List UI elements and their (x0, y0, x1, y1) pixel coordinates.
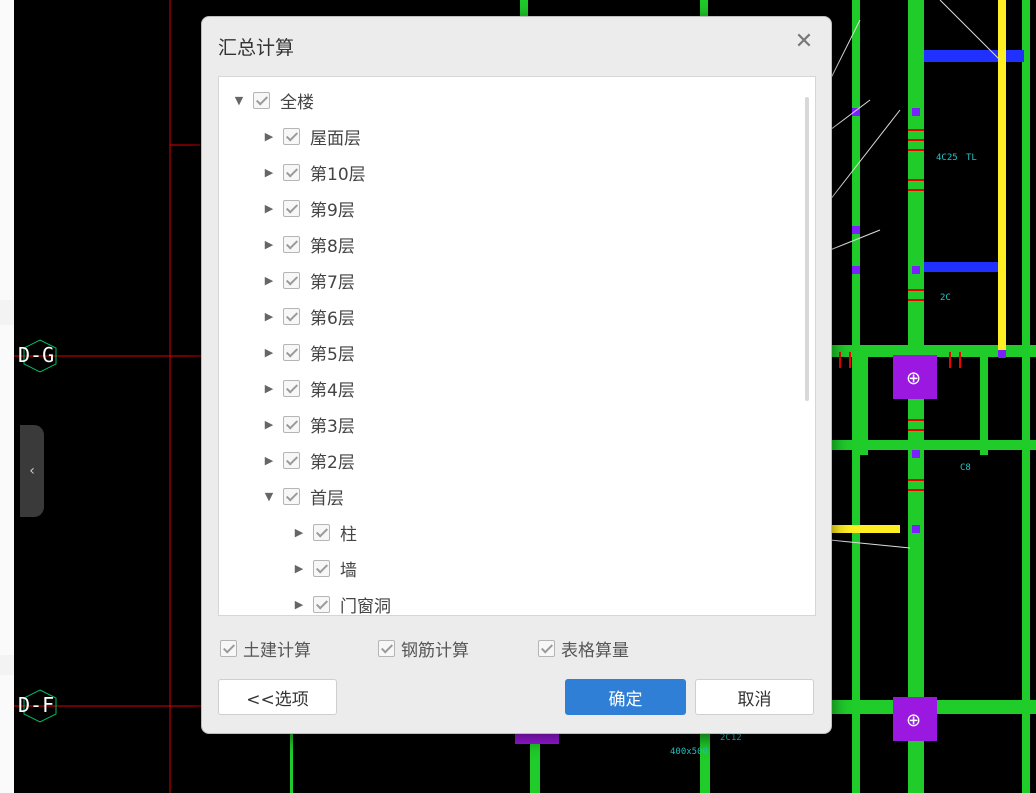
tree-item[interactable]: ▶ 屋面层 (259, 118, 361, 154)
options-button[interactable]: <<选项 (218, 679, 337, 715)
caret-right-icon[interactable]: ▶ (259, 310, 279, 323)
caret-right-icon[interactable]: ▶ (289, 562, 309, 575)
caret-right-icon[interactable]: ▶ (259, 454, 279, 467)
svg-text:2C: 2C (940, 293, 951, 303)
tree-item-first-floor[interactable]: ▼ 首层 (259, 478, 344, 514)
option-label: 土建计算 (243, 641, 311, 661)
tree-item-label: 首层 (310, 488, 344, 509)
tree-item[interactable]: ▶ 第8层 (259, 226, 355, 262)
chevron-left-icon: ‹ (29, 463, 35, 479)
axis-label-df: D-F (18, 693, 55, 717)
tree-checkbox[interactable] (253, 91, 270, 109)
dialog-title: 汇总计算 (218, 37, 295, 59)
tree-item[interactable]: ▶ 第4层 (259, 370, 355, 406)
tree-scrollbar[interactable] (805, 97, 809, 401)
tree-item-label: 第7层 (310, 272, 355, 293)
tree-checkbox[interactable] (283, 199, 300, 217)
tree-item[interactable]: ▶ 柱 (289, 514, 357, 550)
tree-item-label: 门窗洞 (340, 596, 391, 616)
tree-item[interactable]: ▶ 第2层 (259, 442, 355, 478)
caret-down-icon[interactable]: ▼ (259, 490, 279, 503)
tree-item-label: 第8层 (310, 236, 355, 257)
summary-calc-dialog: 汇总计算 ✕ ▼ 全楼 ▶ 屋面层 ▶ 第10层 ▶ 第9层 ▶ 第8层 ▶ 第… (201, 16, 832, 734)
tree-item[interactable]: ▶ 门窗洞 (289, 586, 391, 616)
tree-checkbox[interactable] (313, 595, 330, 613)
caret-right-icon[interactable]: ▶ (259, 418, 279, 431)
collapse-panel-button[interactable]: ‹ (20, 425, 44, 517)
tree-item-all[interactable]: ▼ 全楼 (229, 82, 314, 118)
tree-item[interactable]: ▶ 第6层 (259, 298, 355, 334)
caret-right-icon[interactable]: ▶ (289, 526, 309, 539)
caret-right-icon[interactable]: ▶ (259, 130, 279, 143)
option-table-quantity[interactable]: 表格算量 (538, 636, 629, 661)
tree-item[interactable]: ▶ 第3层 (259, 406, 355, 442)
close-icon[interactable]: ✕ (793, 31, 815, 53)
cancel-button[interactable]: 取消 (695, 679, 814, 715)
left-panel-edge (0, 0, 14, 793)
option-label: 表格算量 (561, 641, 629, 661)
tree-item[interactable]: ▶ 第9层 (259, 190, 355, 226)
caret-right-icon[interactable]: ▶ (289, 598, 309, 611)
tree-item[interactable]: ▶ 墙 (289, 550, 357, 586)
caret-right-icon[interactable]: ▶ (259, 166, 279, 179)
caret-down-icon[interactable]: ▼ (229, 94, 249, 107)
tree-item[interactable]: ▶ 第5层 (259, 334, 355, 370)
tree-checkbox[interactable] (283, 487, 300, 505)
tree-item-label: 柱 (340, 524, 357, 545)
caret-right-icon[interactable]: ▶ (259, 346, 279, 359)
caret-right-icon[interactable]: ▶ (259, 238, 279, 251)
tree-item-label: 第9层 (310, 200, 355, 221)
caret-right-icon[interactable]: ▶ (259, 274, 279, 287)
tree-checkbox[interactable] (283, 379, 300, 397)
tree-checkbox[interactable] (283, 163, 300, 181)
tree-checkbox[interactable] (283, 307, 300, 325)
ok-button[interactable]: 确定 (565, 679, 686, 715)
svg-text:4C25: 4C25 (936, 153, 958, 163)
option-rebar-calc[interactable]: 钢筋计算 (378, 636, 469, 661)
table-quantity-checkbox[interactable] (538, 640, 555, 657)
caret-right-icon[interactable]: ▶ (259, 202, 279, 215)
option-label: 钢筋计算 (401, 641, 469, 661)
civil-calc-checkbox[interactable] (220, 640, 237, 657)
tree-item-label: 第4层 (310, 380, 355, 401)
tree-item-label: 墙 (340, 560, 357, 581)
tree-item-label: 全楼 (280, 92, 314, 113)
tree-checkbox[interactable] (283, 415, 300, 433)
tree-item-label: 屋面层 (310, 128, 361, 149)
tree-item[interactable]: ▶ 第10层 (259, 154, 366, 190)
svg-text:2C12: 2C12 (720, 733, 742, 743)
svg-text:⊕: ⊕ (906, 368, 921, 389)
tree-item-label: 第3层 (310, 416, 355, 437)
tree-checkbox[interactable] (283, 343, 300, 361)
svg-text:400x500: 400x500 (670, 747, 708, 757)
tree-checkbox[interactable] (283, 451, 300, 469)
svg-text:⊕: ⊕ (906, 710, 921, 731)
tree-item-label: 第5层 (310, 344, 355, 365)
svg-text:TL: TL (966, 153, 977, 163)
svg-text:C8: C8 (960, 463, 971, 473)
tree-item-label: 第6层 (310, 308, 355, 329)
tree-item-label: 第2层 (310, 452, 355, 473)
tree-checkbox[interactable] (283, 271, 300, 289)
tree-checkbox[interactable] (283, 235, 300, 253)
tree-checkbox[interactable] (313, 523, 330, 541)
tree-item-label: 第10层 (310, 164, 366, 185)
caret-right-icon[interactable]: ▶ (259, 382, 279, 395)
tree-checkbox[interactable] (313, 559, 330, 577)
tree-checkbox[interactable] (283, 127, 300, 145)
rebar-calc-checkbox[interactable] (378, 640, 395, 657)
axis-label-dg: D-G (18, 343, 55, 367)
tree-item[interactable]: ▶ 第7层 (259, 262, 355, 298)
floor-tree: ▼ 全楼 ▶ 屋面层 ▶ 第10层 ▶ 第9层 ▶ 第8层 ▶ 第7层 ▶ 第6… (218, 76, 816, 616)
option-civil-calc[interactable]: 土建计算 (220, 636, 311, 661)
